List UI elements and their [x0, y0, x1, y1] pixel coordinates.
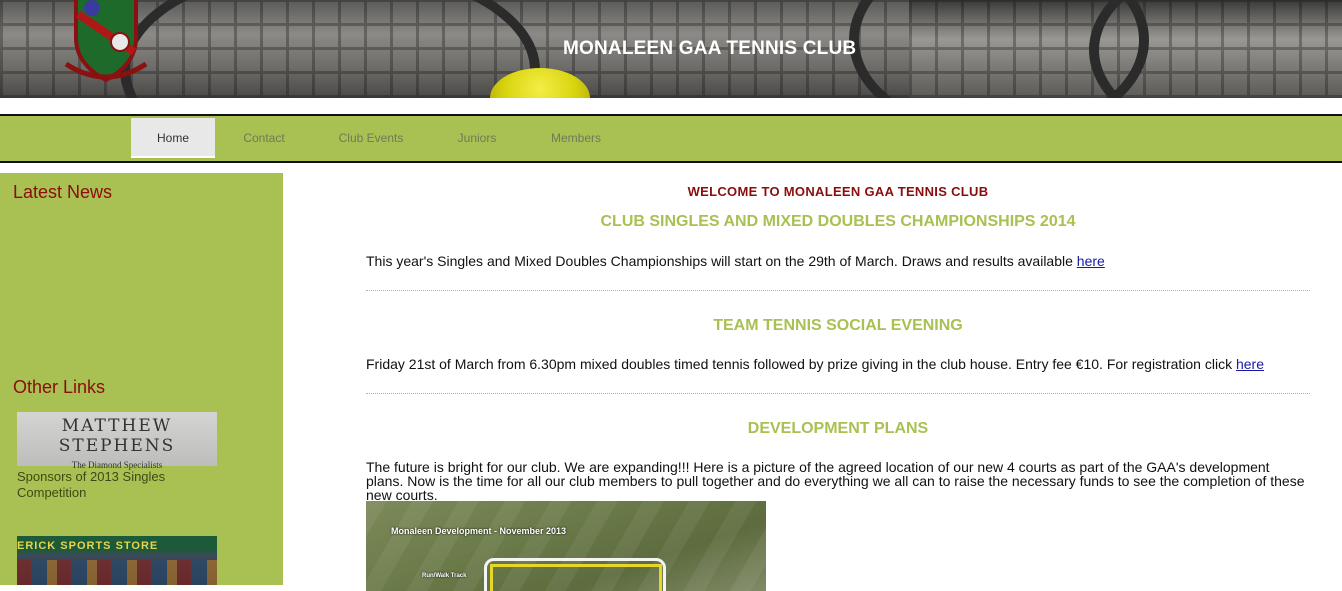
team-tennis-text: Friday 21st of March from 6.30pm mixed d…	[366, 356, 1236, 372]
banner-photo-right	[849, 0, 1342, 98]
development-aerial-photo: Monaleen Development - November 2013 Run…	[366, 501, 766, 591]
other-links-heading: Other Links	[13, 377, 106, 397]
main-nav: Home Contact Club Events Juniors Members	[0, 114, 1342, 163]
club-crest-icon[interactable]	[60, 0, 152, 88]
sponsor-logo-matthew-stephens[interactable]: MATTHEW STEPHENS The Diamond Specialists	[17, 412, 217, 470]
nav-members[interactable]: Members	[541, 118, 611, 158]
section-divider	[366, 290, 1310, 291]
nav-club-events[interactable]: Club Events	[330, 118, 412, 158]
championships-text: This year's Singles and Mixed Doubles Ch…	[366, 253, 1077, 269]
section-title-development: DEVELOPMENT PLANS	[747, 420, 929, 437]
aerial-caption: Monaleen Development - November 2013	[391, 526, 567, 536]
welcome-heading: WELCOME TO MONALEEN GAA TENNIS CLUB	[687, 184, 989, 199]
latest-news-heading: Latest News	[13, 182, 113, 202]
nav-home[interactable]: Home	[131, 118, 215, 158]
championships-here-link[interactable]: here	[1077, 253, 1105, 269]
sponsor-logo-name: MATTHEW STEPHENS	[58, 416, 176, 456]
sponsor-caption: Sponsors of 2013 Singles Competition	[17, 469, 166, 500]
nav-contact[interactable]: Contact	[229, 118, 299, 158]
site-title: MONALEEN GAA TENNIS CLUB	[563, 38, 857, 59]
sponsor-logo-sports-store[interactable]: ERICK SPORTS STORE	[17, 536, 217, 585]
aerial-track-label: Run/Walk Track	[422, 573, 467, 579]
section-text-team-tennis: Friday 21st of March from 6.30pm mixed d…	[366, 357, 1310, 371]
sidebar: Latest News Other Links MATTHEW STEPHENS…	[0, 173, 283, 585]
registration-here-link[interactable]: here	[1236, 356, 1264, 372]
sponsor-logo-tagline: The Diamond Specialists	[71, 460, 163, 470]
section-divider	[366, 393, 1310, 394]
section-title-championships: CLUB SINGLES AND MIXED DOUBLES CHAMPIONS…	[600, 213, 1076, 230]
nav-juniors[interactable]: Juniors	[447, 118, 507, 158]
section-title-team-tennis: TEAM TENNIS SOCIAL EVENING	[713, 317, 963, 334]
shop-sign-text: ERICK SPORTS STORE	[17, 540, 159, 552]
section-text-development: The future is bright for our club. We ar…	[366, 459, 1305, 503]
header-banner: MONALEEN GAA TENNIS CLUB	[0, 0, 1342, 98]
section-text-championships: This year's Singles and Mixed Doubles Ch…	[366, 254, 1310, 268]
